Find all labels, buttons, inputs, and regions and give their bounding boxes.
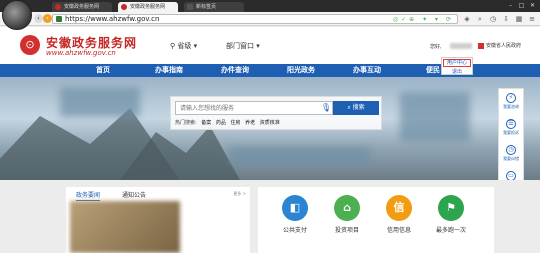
- news-photo[interactable]: [70, 201, 180, 253]
- service-credit[interactable]: 信 信用信息: [374, 195, 424, 234]
- shield-icon[interactable]: ◈: [462, 14, 472, 24]
- site-favicon-icon: [121, 4, 127, 10]
- nav-home[interactable]: 首页: [70, 64, 136, 77]
- blurred-region: [60, 87, 140, 117]
- grid-icon[interactable]: ▦: [514, 14, 524, 24]
- window-controls: – □ ✕: [507, 2, 536, 9]
- toolbar-icons: ◈ ⌕ ◷ ⇩ ▦ ≡: [462, 14, 537, 24]
- browser-tab[interactable]: 安徽政务服务网: [52, 2, 112, 12]
- user-name-blurred[interactable]: [450, 43, 472, 49]
- user-center-link[interactable]: 用户中心: [443, 59, 471, 67]
- site-logo-icon[interactable]: ⊙: [20, 35, 40, 55]
- search-icon: ⌕: [347, 104, 351, 111]
- news-card: 政务要闻 通知公告 更多 >: [66, 187, 250, 253]
- microphone-icon[interactable]: 🎙: [321, 103, 331, 112]
- tab-news[interactable]: 政务要闻: [76, 190, 101, 201]
- browser-tab[interactable]: 新标签页: [184, 2, 244, 12]
- service-run-once[interactable]: ⚑ 最多跑一次: [426, 195, 476, 234]
- tab-notices[interactable]: 通知公告: [122, 190, 146, 199]
- maximize-icon[interactable]: □: [518, 2, 525, 9]
- chat-icon: ☰: [506, 119, 516, 129]
- side-item-consult[interactable]: ⚡ 我要咨询: [499, 93, 523, 110]
- services-card: ◧ 公共支付 ⌂ 投资项目 信 信用信息 ⚑ 最多跑一次: [258, 187, 494, 253]
- hot-search-link[interactable]: 养老: [245, 120, 255, 126]
- blurred-region: [400, 92, 470, 142]
- user-dropdown-menu: 用户中心 退出: [441, 57, 473, 75]
- content-area: 政务要闻 通知公告 更多 > ◧ 公共支付 ⌂ 投资项目 信 信用信息 ⚑ 最多…: [0, 180, 540, 253]
- close-icon[interactable]: ✕: [529, 2, 536, 9]
- address-icons[interactable]: ◎✓⊕ ✦ ▾ ⟳: [393, 15, 454, 24]
- service-investment[interactable]: ⌂ 投资项目: [322, 195, 372, 234]
- url-text: https://www.ahzwfw.gov.cn: [65, 15, 160, 23]
- menu-icon[interactable]: ≡: [527, 14, 537, 24]
- hot-search-label: 热门搜索:: [175, 120, 197, 126]
- site-domain: www.ahzwfw.gov.cn: [46, 49, 116, 57]
- emblem-icon: [478, 42, 484, 49]
- search-panel: 🎙 ⌕ 搜索 热门搜索: 备案 药品 住房 养老 资质核准: [170, 96, 382, 130]
- site-favicon-icon: [55, 4, 61, 10]
- hot-search-link[interactable]: 资质核准: [260, 120, 280, 126]
- blurred-region: [230, 147, 370, 165]
- side-item-correct[interactable]: ◷ 我要纠错: [499, 145, 523, 162]
- service-public-payment[interactable]: ◧ 公共支付: [270, 195, 320, 234]
- clock-icon: ◷: [506, 145, 516, 155]
- nav-query[interactable]: 办件查询: [202, 64, 268, 77]
- search-icon[interactable]: ⌕: [475, 14, 485, 24]
- lock-icon: [56, 16, 62, 22]
- browser-tabbar: 安徽政务服务网 安徽政务服务网 新标签页 – □ ✕: [0, 0, 540, 12]
- region-select[interactable]: ⚲ 省级 ▾: [170, 41, 197, 51]
- side-item-complain[interactable]: ☰ 我要投诉: [499, 119, 523, 136]
- hot-search-link[interactable]: 药品: [216, 120, 226, 126]
- logout-link[interactable]: 退出: [442, 68, 472, 76]
- home-icon: ⌂: [334, 195, 360, 221]
- back-icon[interactable]: ‹: [34, 14, 43, 23]
- nav-guide[interactable]: 办事指南: [136, 64, 202, 77]
- history-icon[interactable]: ◷: [488, 14, 498, 24]
- nav-interaction[interactable]: 办事互动: [334, 64, 400, 77]
- browser-logo[interactable]: [2, 0, 32, 30]
- nav-sunshine[interactable]: 阳光政务: [268, 64, 334, 77]
- news-more-link[interactable]: 更多 >: [233, 191, 246, 197]
- hot-search-link[interactable]: 住房: [231, 120, 241, 126]
- credit-icon: 信: [386, 195, 412, 221]
- consult-icon: ⚡: [506, 93, 516, 103]
- hot-searches: 热门搜索: 备案 药品 住房 养老 资质核准: [175, 119, 283, 126]
- minimize-icon[interactable]: –: [507, 2, 514, 9]
- address-bar[interactable]: https://www.ahzwfw.gov.cn ◎✓⊕ ✦ ▾ ⟳: [52, 14, 458, 24]
- hero-banner: 🎙 ⌕ 搜索 热门搜索: 备案 药品 住房 养老 资质核准: [0, 77, 540, 180]
- chevron-down-icon: ▾: [193, 42, 198, 50]
- search-input[interactable]: [175, 101, 333, 115]
- greeting-text: 您好,: [430, 44, 442, 50]
- reload-icon[interactable]: ‹: [43, 14, 52, 23]
- browser-toolbar: ‹ ‹ https://www.ahzwfw.gov.cn ◎✓⊕ ✦ ▾ ⟳ …: [0, 12, 540, 26]
- download-icon[interactable]: ⇩: [501, 14, 511, 24]
- wallet-icon: ◧: [282, 195, 308, 221]
- gov-link[interactable]: 安徽省人民政府: [478, 42, 521, 49]
- chevron-down-icon: ▾: [256, 42, 260, 50]
- location-icon: ⚲: [170, 42, 176, 50]
- department-select[interactable]: 部门窗口 ▾: [226, 41, 260, 51]
- search-button[interactable]: ⌕ 搜索: [333, 101, 379, 115]
- runner-icon: ⚑: [438, 195, 464, 221]
- browser-tab-active[interactable]: 安徽政务服务网: [118, 2, 178, 12]
- page-icon: [187, 4, 193, 10]
- hot-search-link[interactable]: 备案: [201, 120, 211, 126]
